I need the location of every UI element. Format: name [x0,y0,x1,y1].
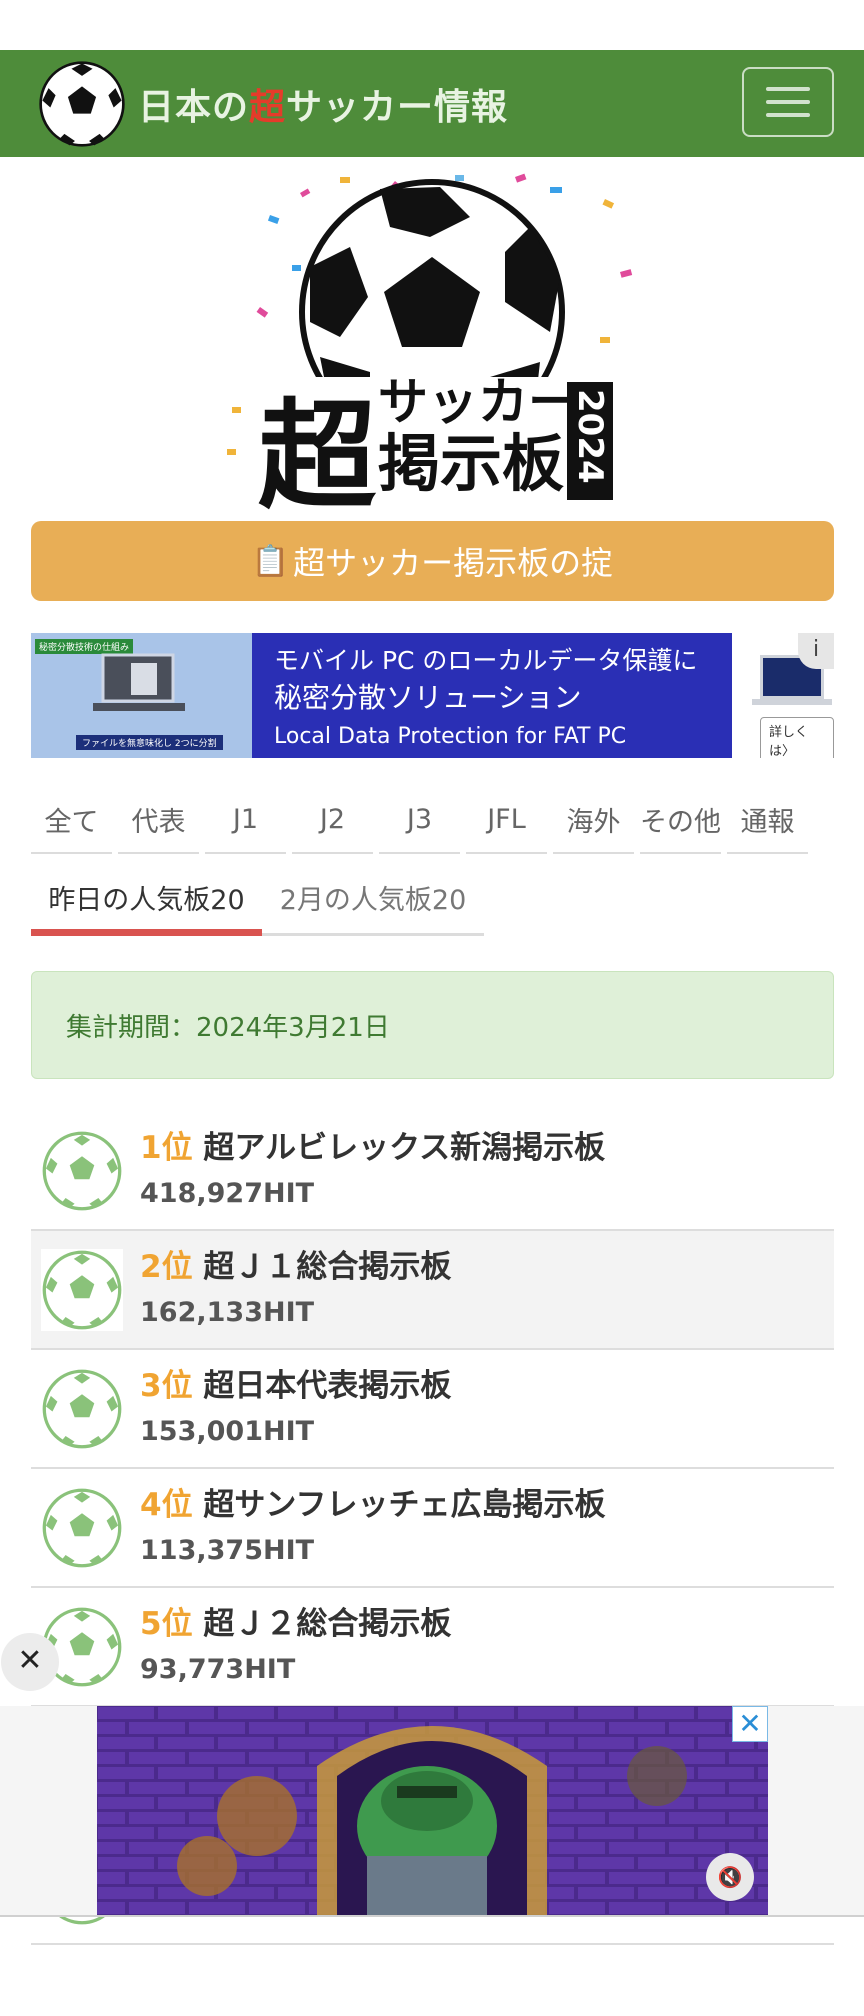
status-gap [0,0,864,50]
ad-info-icon[interactable]: i [798,633,834,669]
brand-link[interactable]: 日本の超サッカー情報 [38,60,508,148]
ranking-item[interactable]: 3位 超日本代表掲示板 153,001HIT [31,1350,834,1469]
board-name: 超日本代表掲示板 [203,1368,452,1404]
ranking-text: 2位 超Ｊ１総合掲示板 162,133HIT [140,1243,451,1335]
logo-big-char: 超 [258,387,377,519]
ranking-text: 4位 超サンフレッチェ広島掲示板 113,375HIT [140,1481,605,1573]
ad-left-panel: 秘密分散技術の仕組み ファイルを無意味化し 2つに分割 [31,633,252,758]
tab-other[interactable]: その他 [640,786,721,854]
board-name: 超サンフレッチェ広島掲示板 [203,1487,606,1523]
site-header: 日本の超サッカー情報 [0,50,864,157]
tab-overseas[interactable]: 海外 [553,786,634,854]
board-name: 超Ｊ２総合掲示板 [203,1606,452,1642]
rules-button[interactable]: 📋 超サッカー掲示板の掟 [31,521,834,601]
close-overlay-button[interactable]: ✕ [1,1633,59,1691]
ad-close-button[interactable]: ✕ [732,1706,768,1742]
tab-j3[interactable]: J3 [379,786,460,854]
soccer-ball-icon [42,1369,122,1449]
tab-j2[interactable]: J2 [292,786,373,854]
ranking-text: 3位 超日本代表掲示板 153,001HIT [140,1362,451,1454]
rank-position: 3位 [140,1368,193,1404]
tab-all[interactable]: 全て [31,786,112,854]
ranking-item[interactable]: 4位 超サンフレッチェ広島掲示板 113,375HIT [31,1469,834,1588]
tab-monthly-ranking[interactable]: 2月の人気板20 [262,862,484,936]
bottom-divider [0,1915,864,1917]
hit-count: 418,927HIT [140,1178,315,1209]
logo-line1: サッカー [378,373,578,431]
ranking-item[interactable]: 2位 超Ｊ１総合掲示板 162,133HIT [31,1231,834,1350]
ranking-text: 1位 超アルビレックス新潟掲示板 418,927HIT [140,1124,605,1216]
tab-national-team[interactable]: 代表 [118,786,199,854]
category-tabs: 全て 代表 J1 J2 J3 JFL 海外 その他 通報 [31,786,834,854]
menu-toggle-button[interactable] [742,67,834,137]
rank-position: 1位 [140,1130,193,1166]
hit-count: 153,001HIT [140,1416,315,1447]
ad-more-button[interactable]: 詳しくは〉 [760,717,834,758]
board-logo-image: 超 サッカー 掲示板 2024 [227,173,633,519]
ad-copy: モバイル PC のローカルデータ保護に 秘密分散ソリューション Local Da… [252,633,732,758]
game-ad-artwork [97,1706,768,1915]
rank-position: 4位 [140,1487,193,1523]
tab-report[interactable]: 通報 [727,786,808,854]
logo-line2: 掲示板 [378,427,564,500]
period-label: 集計期間： [66,1012,197,1043]
hit-count: 93,773HIT [140,1654,296,1685]
hamburger-icon [766,87,810,91]
rank-position: 2位 [140,1249,193,1285]
tab-yesterday-ranking[interactable]: 昨日の人気板20 [31,862,262,936]
hamburger-icon [766,113,810,117]
logo-year: 2024 [570,389,610,484]
period-value: 2024年3月21日 [196,1012,390,1043]
board-logo: 超 サッカー 掲示板 2024 [0,157,864,519]
bottom-ad-banner[interactable]: ✕ 🔇 [97,1706,768,1915]
rules-button-label: 超サッカー掲示板の掟 [293,544,614,582]
hit-count: 162,133HIT [140,1297,315,1328]
ad-line3: Local Data Protection for FAT PC [274,724,627,749]
hit-count: 113,375HIT [140,1535,315,1566]
bottom-ad-container: ✕ 🔇 [0,1706,864,1915]
hamburger-icon [766,100,810,104]
soccer-ball-icon [42,1131,122,1211]
rank-position: 5位 [140,1606,193,1642]
tab-j1[interactable]: J1 [205,786,286,854]
soccer-ball-icon [39,60,125,147]
ranking-text: 5位 超Ｊ２総合掲示板 93,773HIT [140,1600,451,1692]
board-name: 超アルビレックス新潟掲示板 [203,1130,606,1166]
ranking-tabs: 昨日の人気板20 2月の人気板20 [31,862,484,936]
ad-line2: 秘密分散ソリューション [274,681,582,714]
soccer-ball-icon [42,1488,122,1568]
site-title: 日本の超サッカー情報 [138,86,509,128]
top-ad-banner[interactable]: 秘密分散技術の仕組み ファイルを無意味化し 2つに分割 モバイル PC のローカ… [31,633,834,758]
ad-caption: ファイルを無意味化し 2つに分割 [76,735,223,750]
period-notice: 集計期間： 2024年3月21日 [31,971,834,1079]
mute-icon[interactable]: 🔇 [706,1853,754,1901]
ranking-item[interactable]: 5位 超Ｊ２総合掲示板 93,773HIT [31,1588,834,1707]
clipboard-icon: 📋 [251,543,290,579]
ranking-item[interactable]: 1位 超アルビレックス新潟掲示板 418,927HIT [31,1112,834,1231]
board-name: 超Ｊ１総合掲示板 [203,1249,452,1285]
tab-jfl[interactable]: JFL [466,786,547,854]
soccer-ball-icon [41,1249,123,1331]
ad-right-panel: 詳しくは〉 i [732,633,834,758]
ad-line1: モバイル PC のローカルデータ保護に [274,646,698,675]
laptop-base [752,699,832,705]
